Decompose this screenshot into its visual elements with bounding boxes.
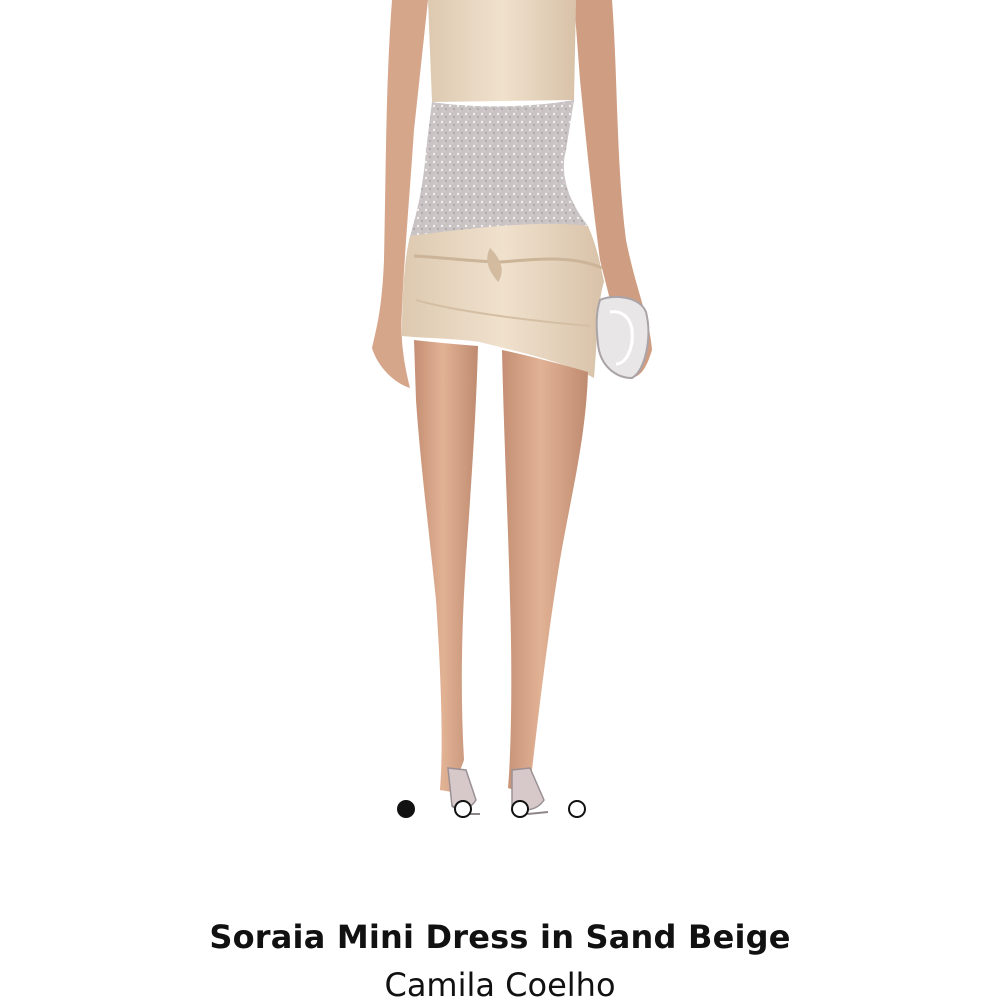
brand-link[interactable]: Camila Coelho bbox=[0, 962, 1000, 1008]
pagination-dot-2[interactable] bbox=[454, 800, 472, 818]
image-pagination bbox=[397, 798, 607, 820]
pagination-dot-4[interactable] bbox=[568, 800, 586, 818]
product-image[interactable] bbox=[0, 0, 1000, 860]
product-info: Soraia Mini Dress in Sand Beige Camila C… bbox=[0, 912, 1000, 1008]
pagination-dot-3[interactable] bbox=[511, 800, 529, 818]
pagination-dot-1[interactable] bbox=[397, 800, 415, 818]
product-page: Soraia Mini Dress in Sand Beige Camila C… bbox=[0, 0, 1000, 1004]
product-image-gallery[interactable] bbox=[0, 0, 1000, 860]
product-title: Soraia Mini Dress in Sand Beige bbox=[209, 918, 791, 956]
